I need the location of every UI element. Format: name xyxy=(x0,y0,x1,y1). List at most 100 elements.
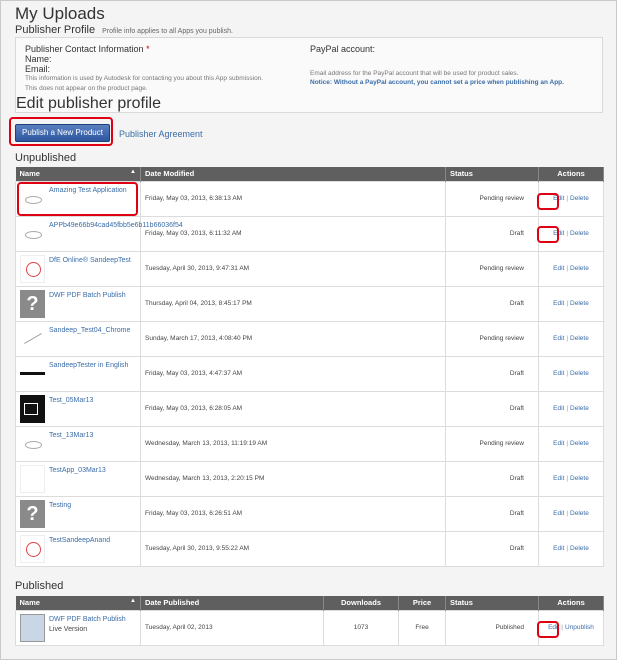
black-icon[interactable] xyxy=(20,394,45,423)
date-modified-cell: Wednesday, March 13, 2013, 11:19:19 AM xyxy=(140,425,446,462)
delete-link[interactable]: Delete xyxy=(570,195,589,202)
app-name-link[interactable]: DWF PDF Batch Publish xyxy=(49,291,149,300)
blank-icon[interactable] xyxy=(20,464,45,493)
edit-link[interactable]: Edit xyxy=(553,265,564,272)
separator: | xyxy=(566,195,569,202)
paypal-info-text: Email address for the PayPal account tha… xyxy=(310,70,519,77)
date-modified-cell: Sunday, March 17, 2013, 4:08:40 PM xyxy=(140,320,446,357)
profile-heading: Publisher Profile Profile info applies t… xyxy=(15,24,233,36)
separator: | xyxy=(566,510,569,517)
status-cell: Draft xyxy=(445,355,539,392)
package-icon[interactable] xyxy=(20,613,45,642)
column-date-published[interactable]: Date Published xyxy=(140,596,324,610)
app-name-link[interactable]: DWF PDF Batch Publish xyxy=(49,615,149,624)
actions-cell: Edit | Delete xyxy=(538,460,604,497)
app-name-link[interactable]: TestApp_03Mar13 xyxy=(49,466,149,475)
question-icon[interactable]: ? xyxy=(20,289,45,318)
edit-link[interactable]: Edit xyxy=(553,405,564,412)
delete-link[interactable]: Delete xyxy=(570,335,589,342)
delete-link[interactable]: Delete xyxy=(570,230,589,237)
separator: | xyxy=(566,335,569,342)
edit-link[interactable]: Edit xyxy=(553,230,564,237)
publisher-agreement-link[interactable]: Publisher Agreement xyxy=(119,129,203,139)
table-row: DfE Online® SandeepTest Tuesday, April 30… xyxy=(15,250,604,287)
delete-link[interactable]: Delete xyxy=(570,265,589,272)
app-name-link[interactable]: Test_05Mar13 xyxy=(49,396,149,405)
app-name-link[interactable]: Amazing Test Application xyxy=(49,186,149,195)
edit-link[interactable]: Edit xyxy=(553,475,564,482)
actions-cell: Edit | Delete xyxy=(538,320,604,357)
app-name-link[interactable]: SandeepTester in English xyxy=(49,361,149,370)
delete-link[interactable]: Delete xyxy=(570,475,589,482)
column-downloads[interactable]: Downloads xyxy=(323,596,399,610)
status-cell: Pending review xyxy=(445,250,539,287)
separator: | xyxy=(566,370,569,377)
paypal-notice: Notice: Without a PayPal account, you ca… xyxy=(310,79,564,86)
publish-new-product-button[interactable]: Publish a New Product xyxy=(15,124,110,142)
column-name[interactable]: Name ▲ xyxy=(15,167,141,181)
edit-link[interactable]: Edit xyxy=(553,195,564,202)
face-icon[interactable] xyxy=(20,254,45,283)
sort-asc-icon[interactable]: ▲ xyxy=(130,169,136,175)
app-name-cell: Amazing Test Application xyxy=(15,180,141,217)
downloads-link[interactable]: 1073 xyxy=(323,609,399,646)
actions-cell: Edit | Delete xyxy=(538,250,604,287)
actions-cell: Edit | Delete xyxy=(538,495,604,532)
column-name[interactable]: Name ▲ xyxy=(15,596,141,610)
oval-icon[interactable] xyxy=(20,184,45,213)
status-cell: Published xyxy=(445,609,539,646)
unpublish-link[interactable]: Unpublish xyxy=(565,624,594,631)
bar-icon[interactable] xyxy=(20,359,45,388)
edit-link[interactable]: Edit xyxy=(553,545,564,552)
app-name-link[interactable]: DfE Online® SandeepTest xyxy=(49,256,149,265)
line-icon[interactable] xyxy=(20,324,45,353)
separator: | xyxy=(566,230,569,237)
paypal-heading: PayPal account: xyxy=(310,44,376,54)
edit-link[interactable]: Edit xyxy=(553,510,564,517)
app-name-link[interactable]: Testing xyxy=(49,501,149,510)
delete-link[interactable]: Delete xyxy=(570,510,589,517)
app-name-link[interactable]: Sandeep_Test04_Chrome xyxy=(49,326,149,335)
column-status[interactable]: Status xyxy=(445,167,539,181)
status-cell: Pending review xyxy=(445,320,539,357)
edit-publisher-profile-link[interactable]: Edit publisher profile xyxy=(16,95,161,113)
app-name-cell: SandeepTester in English xyxy=(15,355,141,392)
actions-cell: Edit | Delete xyxy=(538,215,604,252)
edit-link[interactable]: Edit xyxy=(553,440,564,447)
delete-link[interactable]: Delete xyxy=(570,440,589,447)
price-cell: Free xyxy=(398,609,446,646)
edit-link[interactable]: Edit xyxy=(548,624,559,631)
delete-link[interactable]: Delete xyxy=(570,545,589,552)
sort-asc-icon[interactable]: ▲ xyxy=(130,598,136,604)
app-name-cell: DWF PDF Batch Publish Live Version xyxy=(15,609,141,646)
delete-link[interactable]: Delete xyxy=(570,300,589,307)
actions-cell: Edit | Delete xyxy=(538,390,604,427)
app-name-link[interactable]: APPb49e66b94cad45fbb5e6b11b66036f54 xyxy=(49,221,183,230)
face-icon[interactable] xyxy=(20,534,45,563)
date-modified-cell: Tuesday, April 30, 2013, 9:47:31 AM xyxy=(140,250,446,287)
column-status[interactable]: Status xyxy=(445,596,539,610)
question-icon[interactable]: ? xyxy=(20,499,45,528)
delete-link[interactable]: Delete xyxy=(570,405,589,412)
oval-icon[interactable] xyxy=(20,429,45,458)
unpublished-title: Unpublished xyxy=(15,152,77,164)
app-name-link[interactable]: TestSandeepAnand xyxy=(49,536,149,545)
app-name-cell: Sandeep_Test04_Chrome xyxy=(15,320,141,357)
edit-link[interactable]: Edit xyxy=(553,370,564,377)
edit-link[interactable]: Edit xyxy=(553,300,564,307)
status-cell: Draft xyxy=(445,460,539,497)
app-name-cell: TestApp_03Mar13 xyxy=(15,460,141,497)
table-row: ? Testing Friday, May 03, 2013, 6:26:51 AM… xyxy=(15,495,604,532)
paypal-info: PayPal account: Email address for the Pa… xyxy=(310,44,600,86)
oval-icon[interactable] xyxy=(20,219,45,248)
profile-note: Profile info applies to all Apps you pub… xyxy=(102,28,233,35)
table-row: ? DWF PDF Batch Publish Thursday, April 04… xyxy=(15,285,604,322)
column-price[interactable]: Price xyxy=(398,596,446,610)
separator: | xyxy=(566,545,569,552)
column-date-modified[interactable]: Date Modified xyxy=(140,167,446,181)
status-cell: Pending review xyxy=(445,425,539,462)
app-name-link[interactable]: Test_13Mar13 xyxy=(49,431,149,440)
edit-link[interactable]: Edit xyxy=(553,335,564,342)
delete-link[interactable]: Delete xyxy=(570,370,589,377)
status-cell: Draft xyxy=(445,390,539,427)
